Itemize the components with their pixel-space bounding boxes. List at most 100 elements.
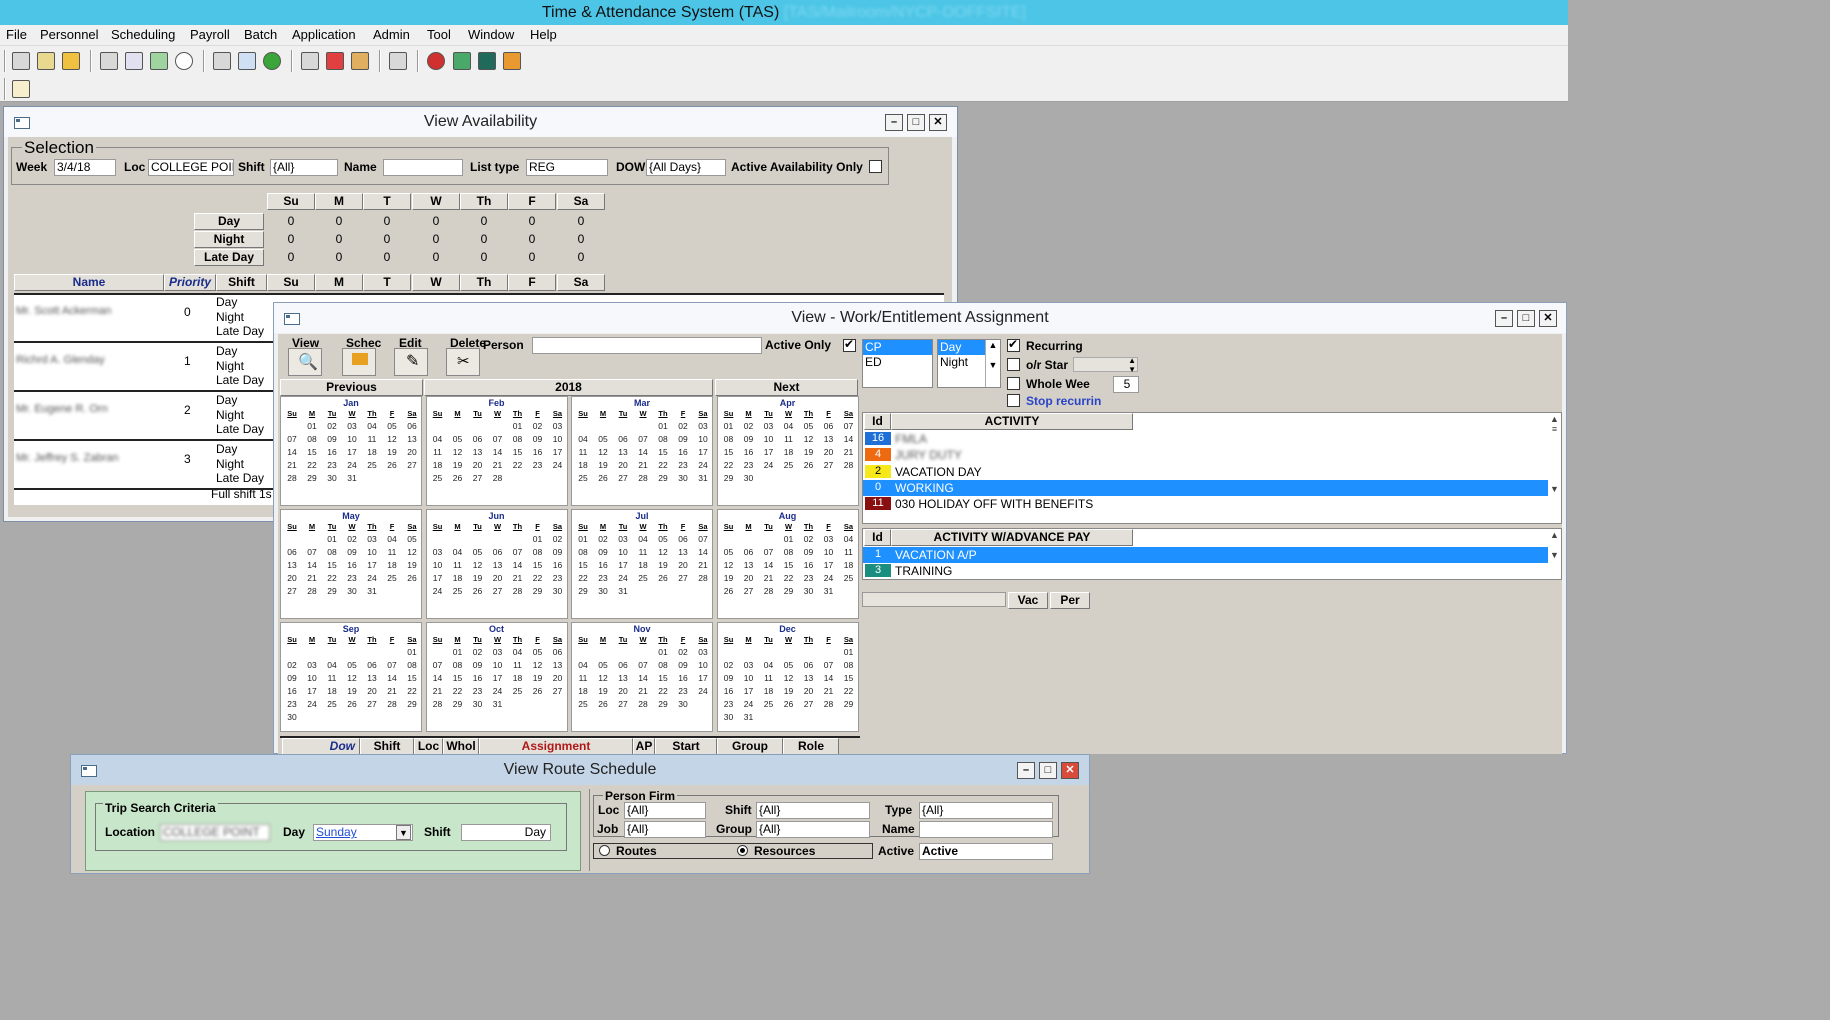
calendar-day[interactable]: 14 [428, 673, 448, 683]
calendar-day[interactable]: 26 [719, 586, 739, 596]
calendar-day[interactable]: 27 [799, 699, 819, 709]
calendar-day[interactable]: 27 [402, 460, 422, 470]
calendar-day[interactable]: 26 [448, 473, 468, 483]
calendar-day[interactable]: 20 [819, 447, 839, 457]
print-icon[interactable] [100, 52, 118, 70]
calendar-day[interactable]: 23 [673, 686, 693, 696]
calendar-day[interactable]: 30 [322, 473, 342, 483]
calendar-day[interactable]: 10 [488, 660, 508, 670]
calendar-day[interactable]: 10 [759, 434, 779, 444]
calendar-day[interactable]: 15 [653, 673, 673, 683]
calendar-day[interactable]: 18 [633, 560, 653, 570]
calendar-day[interactable]: 25 [428, 473, 448, 483]
next-year-button[interactable]: Next [715, 379, 858, 396]
calendar-day[interactable]: 09 [468, 660, 488, 670]
calendar-day[interactable]: 22 [402, 686, 422, 696]
calendar-day[interactable]: 05 [342, 660, 362, 670]
calendar-day[interactable]: 21 [508, 573, 528, 583]
calendar-day[interactable]: 29 [653, 699, 673, 709]
stop-recurring-link[interactable]: Stop recurrin [1026, 394, 1101, 408]
calendar-day[interactable]: 09 [548, 547, 568, 557]
calendar-day[interactable]: 06 [468, 434, 488, 444]
calendar-day[interactable]: 07 [839, 421, 859, 431]
calendar-day[interactable]: 25 [573, 473, 593, 483]
calendar-day[interactable]: 26 [779, 699, 799, 709]
calendar-day[interactable]: 24 [819, 573, 839, 583]
maximize-button[interactable]: □ [1039, 762, 1057, 779]
calendar-day[interactable]: 24 [693, 686, 713, 696]
tab-shift[interactable]: Shift [360, 738, 414, 755]
calendar-day[interactable]: 30 [282, 712, 302, 722]
calendar-day[interactable]: 09 [673, 660, 693, 670]
calendar-day[interactable]: 29 [402, 699, 422, 709]
month-calendar[interactable]: Apr Su M Tu W Th F Sa 01 02 03 04 05 06 07 08 09 10 11 12 13… [716, 396, 859, 506]
calendar-day[interactable]: 24 [759, 460, 779, 470]
tab-loc[interactable]: Loc [414, 738, 443, 755]
calendar-day[interactable]: 04 [508, 647, 528, 657]
name-input[interactable] [383, 159, 463, 176]
calendar-day[interactable]: 14 [508, 560, 528, 570]
calendar-day[interactable]: 17 [693, 673, 713, 683]
calendar-day[interactable]: 06 [613, 434, 633, 444]
month-calendar[interactable]: Jun Su M Tu W Th F Sa 01 02 03 04 05 06 07 08 09 10 11 12 13… [425, 509, 568, 619]
calendar-day[interactable]: 31 [693, 473, 713, 483]
calendar-day[interactable]: 21 [488, 460, 508, 470]
calendar-day[interactable]: 10 [428, 560, 448, 570]
calendar-day[interactable]: 25 [382, 573, 402, 583]
calendar-day[interactable]: 22 [653, 460, 673, 470]
calendar-day[interactable]: 24 [488, 686, 508, 696]
calendar-day[interactable]: 15 [779, 560, 799, 570]
close-button[interactable]: ✕ [1539, 310, 1557, 327]
calendar-day[interactable]: 21 [693, 560, 713, 570]
calendar-day[interactable]: 22 [779, 573, 799, 583]
calendar-day[interactable]: 20 [282, 573, 302, 583]
calendar-day[interactable]: 02 [673, 421, 693, 431]
calendar-day[interactable]: 05 [448, 434, 468, 444]
calendar-day[interactable]: 18 [759, 686, 779, 696]
calendar-day[interactable]: 20 [613, 460, 633, 470]
calendar-day[interactable]: 13 [282, 560, 302, 570]
calendar-day[interactable]: 21 [282, 460, 302, 470]
calendar-day[interactable]: 28 [302, 586, 322, 596]
calendar-day[interactable]: 06 [402, 421, 422, 431]
calendar-day[interactable]: 25 [508, 686, 528, 696]
calendar-day[interactable]: 08 [528, 547, 548, 557]
advance-activity-row[interactable]: 1 VACATION A/P [863, 547, 1548, 563]
calendar-day[interactable]: 19 [382, 447, 402, 457]
whole-week-input[interactable]: 5 [1113, 376, 1139, 393]
calendar-day[interactable]: 17 [739, 686, 759, 696]
calendar-day[interactable]: 16 [322, 447, 342, 457]
activity-row[interactable]: 11 030 HOLIDAY OFF WITH BENEFITS [863, 496, 1548, 512]
calendar-day[interactable]: 04 [362, 421, 382, 431]
calendar-day[interactable]: 14 [633, 447, 653, 457]
document-icon[interactable] [238, 52, 256, 70]
person-name[interactable]: Mr. Eugene R. Orn [16, 403, 108, 415]
calendar-day[interactable]: 23 [468, 686, 488, 696]
exit-door-icon[interactable] [503, 52, 521, 70]
shift-item-day[interactable]: Day [938, 340, 985, 355]
calendar-day[interactable]: 19 [799, 447, 819, 457]
calendar-day[interactable]: 03 [759, 421, 779, 431]
calendar-day[interactable]: 25 [839, 573, 859, 583]
calendar-day[interactable]: 09 [673, 434, 693, 444]
calendar-day[interactable]: 05 [653, 534, 673, 544]
calendar-day[interactable]: 01 [508, 421, 528, 431]
calendar-day[interactable]: 03 [613, 534, 633, 544]
calendar-day[interactable]: 16 [468, 673, 488, 683]
calendar-day[interactable]: 24 [693, 460, 713, 470]
calendar-day[interactable]: 09 [739, 434, 759, 444]
calendar-day[interactable]: 29 [448, 699, 468, 709]
name-input[interactable] [919, 821, 1053, 838]
type-input[interactable]: {All} [919, 802, 1053, 819]
calendar-day[interactable]: 19 [653, 560, 673, 570]
close-button[interactable]: ✕ [929, 114, 947, 131]
vac-button[interactable]: Vac [1008, 592, 1048, 609]
calendar-day[interactable]: 12 [593, 673, 613, 683]
calendar-day[interactable]: 22 [573, 573, 593, 583]
calendar-day[interactable]: 28 [633, 699, 653, 709]
calendar-day[interactable]: 06 [488, 547, 508, 557]
calendar-day[interactable]: 02 [468, 647, 488, 657]
calendar-day[interactable]: 01 [448, 647, 468, 657]
active-availability-checkbox[interactable] [869, 160, 882, 173]
calendar-day[interactable]: 30 [719, 712, 739, 722]
